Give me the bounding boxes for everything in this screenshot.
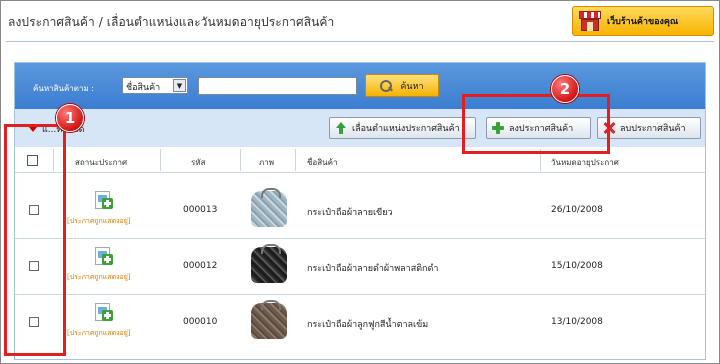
search-label: ค้นหาสินค้าตาม : [33,84,94,93]
product-thumbnail[interactable] [251,300,287,339]
search-input[interactable] [198,77,357,95]
product-name[interactable]: กระเป๋าถือผ้าลูกฟูกสีน้ำตาลเข้ม [307,317,428,331]
table-row[interactable]: [ประกาศถูกแสดงอยู่] 000010 กระเป๋าถือผ้า… [15,295,705,351]
column-divider [295,149,296,171]
shop-website-button[interactable]: เว็บร้านค้าของคุณ [572,6,714,36]
column-header-status: สถานะประกาศ [75,158,128,167]
magnifier-icon [380,79,393,92]
product-thumbnail[interactable] [251,244,287,283]
product-code: 000010 [183,317,218,327]
move-listing-button[interactable]: เลื่อนตำแหน่งประกาศสินค้า [329,117,476,139]
delete-listing-button[interactable]: ลบประกาศสินค้า [597,117,701,139]
listing-status[interactable]: [ประกาศถูกแสดงอยู่] [67,272,131,283]
column-header-expiry: วันหมดอายุประกาศ [551,158,619,167]
column-divider [160,149,161,171]
column-header-code: รหัส [191,158,206,167]
arrow-up-icon [335,122,347,134]
expiry-date: 15/10/2008 [551,261,603,271]
callout-highlight-checkboxes [4,124,66,356]
search-field-select[interactable]: ชื่อสินค้า ▼ [122,77,188,94]
product-name[interactable]: กระเป๋าถือผ้าลายดำผ้าพลาสติกดำ [307,261,438,275]
listing-active-icon[interactable] [92,189,114,211]
product-thumbnail[interactable] [251,188,287,227]
product-code: 000013 [183,205,218,215]
title-divider [6,41,714,42]
expiry-date: 26/10/2008 [551,205,603,215]
product-code: 000012 [183,261,218,271]
column-header-image: ภาพ [259,158,275,167]
listing-status[interactable]: [ประกาศถูกแสดงอยู่] [67,216,131,227]
product-name[interactable]: กระเป๋าถือผ้าลายเขียว [307,205,393,219]
listing-active-icon[interactable] [92,301,114,323]
column-divider [240,149,241,171]
listing-active-icon[interactable] [92,245,114,267]
search-button-label: ค้นหา [400,81,424,92]
table-row[interactable]: [ประกาศถูกแสดงอยู่] 000013 กระเป๋าถือผ้า… [15,183,705,239]
expiry-date: 13/10/2008 [551,317,603,327]
listing-status[interactable]: [ประกาศถูกแสดงอยู่] [67,328,131,339]
search-field-value: ชื่อสินค้า [126,83,161,93]
move-listing-label: เลื่อนตำแหน่งประกาศสินค้า [352,124,460,134]
storefront-icon [579,11,601,31]
dropdown-arrow-icon[interactable]: ▼ [173,79,186,92]
table-row[interactable]: [ประกาศถูกแสดงอยู่] 000012 กระเป๋าถือผ้า… [15,239,705,295]
search-button[interactable]: ค้นหา [365,74,439,97]
shop-website-label: เว็บร้านค้าของคุณ [607,17,679,27]
page-title: ลงประกาศสินค้า / เลื่อนตำแหน่งและวันหมดอ… [8,15,335,29]
callout-highlight-add-button [462,94,610,154]
column-header-name: ชื่อสินค้า [307,158,338,167]
callout-number-1: 1 [56,104,84,132]
callout-number-2: 2 [551,75,579,103]
delete-listing-label: ลบประกาศสินค้า [620,124,686,134]
